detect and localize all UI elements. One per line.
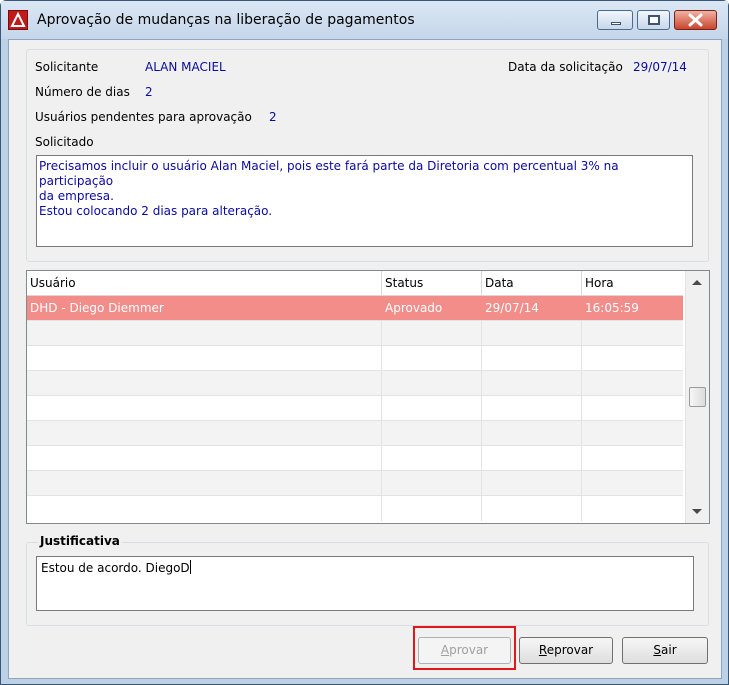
maximize-icon [648,15,660,25]
close-button[interactable] [674,10,717,30]
justification-value: Estou de acordo. DiegoD [41,561,190,575]
justification-input[interactable]: Estou de acordo. DiegoD [36,556,694,611]
scroll-thumb[interactable] [689,387,706,407]
column-header-date[interactable]: Data [482,271,582,296]
empty-row[interactable] [27,421,683,446]
requested-textbox[interactable]: Precisamos incluir o usuário Alan Maciel… [36,155,693,247]
requested-line: da empresa. [39,189,114,203]
empty-row[interactable] [27,321,683,346]
grid-vertical-scrollbar[interactable] [685,271,709,523]
request-date-label: Data da solicitação [508,60,623,74]
scroll-up-icon[interactable] [692,280,702,285]
requester-value: ALAN MACIEL [145,60,226,74]
scroll-down-icon[interactable] [692,509,702,514]
minimize-icon [611,22,621,25]
reject-label: eprovar [546,643,594,657]
empty-row[interactable] [27,446,683,471]
pending-users-value: 2 [269,110,277,124]
requested-text: Precisamos incluir o usuário Alan Maciel… [37,156,692,222]
cell-user: DHD - Diego Diemmer [30,301,164,315]
minimize-button[interactable] [597,10,633,30]
approvers-grid[interactable]: Usuário Status Data Hora DHD - Diego Die… [26,270,710,524]
empty-row[interactable] [27,346,683,371]
requested-line: Estou colocando 2 dias para alteração. [39,204,273,218]
table-row[interactable]: DHD - Diego Diemmer Aprovado 29/07/14 16… [27,296,683,321]
cell-date: 29/07/14 [485,301,539,315]
requester-label: Solicitante [35,60,99,74]
cell-status: Aprovado [385,301,443,315]
cell-time: 16:05:59 [585,301,639,315]
justification-legend: Justificativa [38,534,122,548]
column-header-status[interactable]: Status [382,271,482,296]
maximize-button[interactable] [637,10,670,30]
empty-row[interactable] [27,471,683,496]
window-title: Aprovação de mudanças na liberação de pa… [37,12,415,28]
title-bar[interactable]: Aprovação de mudanças na liberação de pa… [1,1,728,39]
column-header-time[interactable]: Hora [582,271,683,296]
pending-users-label: Usuários pendentes para aprovação [35,110,252,124]
request-date-value: 29/07/14 [633,60,687,74]
exit-mnemonic: S [653,643,661,657]
exit-button[interactable]: Sair [622,637,708,664]
close-icon [688,13,703,27]
exit-label: air [661,643,677,657]
client-area: Solicitante ALAN MACIEL Data da solicita… [8,39,722,679]
app-logo-icon [8,10,28,30]
highlight-box [413,626,516,670]
requested-line: Precisamos incluir o usuário Alan Maciel… [39,159,619,188]
approval-window: Aprovação de mudanças na liberação de pa… [0,0,729,685]
empty-row[interactable] [27,371,683,396]
days-label: Número de dias [35,85,130,99]
reject-button[interactable]: Reprovar [519,637,613,664]
empty-row[interactable] [27,496,683,521]
grid-header: Usuário Status Data Hora [27,271,683,296]
days-value: 2 [145,85,153,99]
column-header-user[interactable]: Usuário [27,271,382,296]
text-cursor [189,560,191,574]
requested-label: Solicitado [35,135,94,149]
reject-mnemonic: R [538,643,547,657]
empty-row[interactable] [27,396,683,421]
justification-text: Estou de acordo. DiegoD [37,557,693,578]
